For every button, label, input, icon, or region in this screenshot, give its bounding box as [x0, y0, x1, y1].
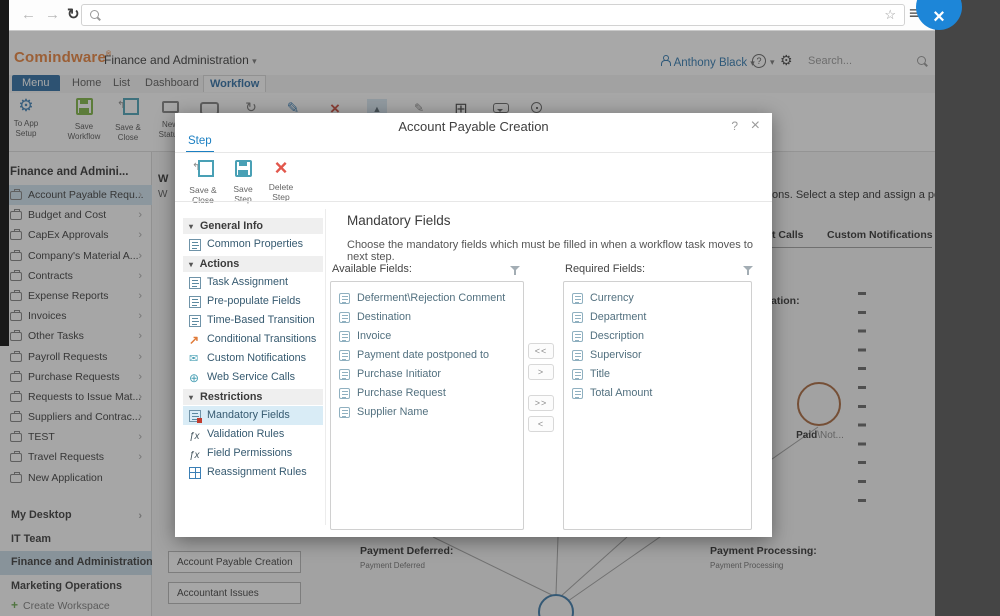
dialog-toolbar-button[interactable]: Save Step: [223, 157, 263, 204]
field-list-item[interactable]: Total Amount: [570, 384, 745, 403]
dialog-nav-row[interactable]: ▾ Common Properties: [183, 235, 323, 254]
field-list-item[interactable]: Payment date postponed to: [337, 346, 517, 365]
field-list-item[interactable]: Invoice: [337, 327, 517, 346]
section-caret-icon: ▾: [189, 260, 194, 269]
field-icon: [339, 293, 350, 304]
field-permissions-icon: [189, 446, 201, 463]
dialog-nav-row[interactable]: ▾ Field Permissions: [183, 444, 323, 463]
field-list-item[interactable]: Description: [570, 327, 745, 346]
web-service-calls-icon: [189, 369, 201, 387]
reassignment-rules-icon: [189, 467, 201, 479]
required-fields-list[interactable]: Currency Department Description Supervis…: [563, 281, 752, 530]
dialog-nav-row[interactable]: ▾ Time-Based Transition: [183, 311, 323, 330]
divider: [325, 209, 326, 525]
dialog-nav-row[interactable]: ▾ Pre-populate Fields: [183, 292, 323, 311]
back-icon[interactable]: ←: [21, 6, 36, 23]
validation-rules-icon: [189, 427, 201, 444]
browser-toolbar: ← → ↻ ☆ ≡: [9, 0, 935, 31]
section-caret-icon: ▾: [189, 222, 194, 231]
transfer-button[interactable]: <<: [528, 343, 554, 359]
dialog-nav-row[interactable]: ▾ Task Assignment: [183, 273, 323, 292]
field-icon: [572, 388, 583, 399]
conditional-transitions-icon: [189, 331, 201, 349]
screen: ← → ↻ ☆ ≡ × Comindware® Finance and Admi…: [0, 0, 1000, 616]
reload-icon[interactable]: ↻: [67, 5, 80, 23]
transfer-button[interactable]: >>: [528, 395, 554, 411]
field-list-item[interactable]: Supervisor: [570, 346, 745, 365]
field-list-item[interactable]: Purchase Request: [337, 384, 517, 403]
time-based-transition-icon: [189, 315, 201, 327]
mandatory-fields-icon: [189, 410, 202, 423]
dialog-help-icon[interactable]: ?: [731, 119, 738, 133]
field-icon: [339, 388, 350, 399]
transfer-button[interactable]: >: [528, 364, 554, 380]
dialog-nav-row[interactable]: ▾ Restrictions: [183, 389, 323, 405]
dialog-nav-row[interactable]: ▾ Mandatory Fields: [183, 406, 323, 425]
custom-notifications-icon: [189, 350, 201, 368]
field-list-item[interactable]: Deferment\Rejection Comment: [337, 289, 517, 308]
field-icon: [572, 350, 583, 361]
address-bar[interactable]: ☆: [81, 4, 905, 26]
search-icon: [89, 9, 101, 21]
field-list-item[interactable]: Destination: [337, 308, 517, 327]
field-icon: [572, 369, 583, 380]
dialog-nav-row[interactable]: ▾ General Info: [183, 218, 323, 234]
field-icon: [339, 407, 350, 418]
dialog-nav-row[interactable]: ▾ Actions: [183, 256, 323, 272]
field-list-item[interactable]: Supplier Name: [337, 403, 517, 422]
field-list-item[interactable]: Department: [570, 308, 745, 327]
divider: [175, 201, 772, 202]
available-fields-label: Available Fields:: [332, 263, 412, 275]
section-caret-icon: ▾: [189, 393, 194, 402]
field-icon: [572, 293, 583, 304]
dialog-toolbar-button[interactable]: × Delete Step: [261, 157, 301, 202]
step-settings-dialog: Account Payable Creation ? × Step Save &…: [175, 113, 772, 537]
left-dark-strip: [0, 0, 9, 346]
common-properties-icon: [189, 239, 201, 251]
bookmark-star-icon[interactable]: ☆: [884, 7, 896, 23]
dialog-nav-row[interactable]: ▾ Custom Notifications: [183, 349, 323, 368]
task-assignment-icon: [189, 277, 201, 289]
field-icon: [339, 350, 350, 361]
dialog-nav-row[interactable]: ▾ Validation Rules: [183, 425, 323, 444]
dialog-title: Account Payable Creation: [398, 119, 549, 134]
tab-step[interactable]: Step: [188, 135, 212, 147]
field-icon: [339, 312, 350, 323]
field-icon: [339, 369, 350, 380]
field-list-item[interactable]: Currency: [570, 289, 745, 308]
required-fields-label: Required Fields:: [565, 263, 646, 275]
desktop-background: [935, 0, 1000, 616]
dialog-nav-row[interactable]: ▾ Web Service Calls: [183, 368, 323, 387]
filter-icon[interactable]: [742, 265, 754, 277]
divider: [175, 152, 772, 153]
field-icon: [339, 331, 350, 342]
transfer-button[interactable]: <: [528, 416, 554, 432]
save-and-close-icon: [192, 160, 214, 178]
forward-icon[interactable]: →: [45, 6, 60, 23]
save-step-icon: [234, 160, 252, 177]
filter-icon[interactable]: [509, 265, 521, 277]
field-icon: [572, 312, 583, 323]
dialog-nav-row[interactable]: ▾ Conditional Transitions: [183, 330, 323, 349]
pre-populate-fields-icon: [189, 296, 201, 308]
dialog-toolbar-button[interactable]: Save &Close: [183, 157, 223, 205]
delete-step-icon: ×: [274, 155, 288, 180]
field-icon: [572, 331, 583, 342]
dialog-nav-row[interactable]: ▾ Reassignment Rules: [183, 463, 323, 482]
field-list-item[interactable]: Title: [570, 365, 745, 384]
page-description: Choose the mandatory fields which must b…: [347, 239, 753, 263]
page-title: Mandatory Fields: [347, 213, 451, 228]
available-fields-list[interactable]: Deferment\Rejection Comment Destination …: [330, 281, 524, 530]
field-list-item[interactable]: Purchase Initiator: [337, 365, 517, 384]
close-icon[interactable]: ×: [751, 117, 760, 135]
